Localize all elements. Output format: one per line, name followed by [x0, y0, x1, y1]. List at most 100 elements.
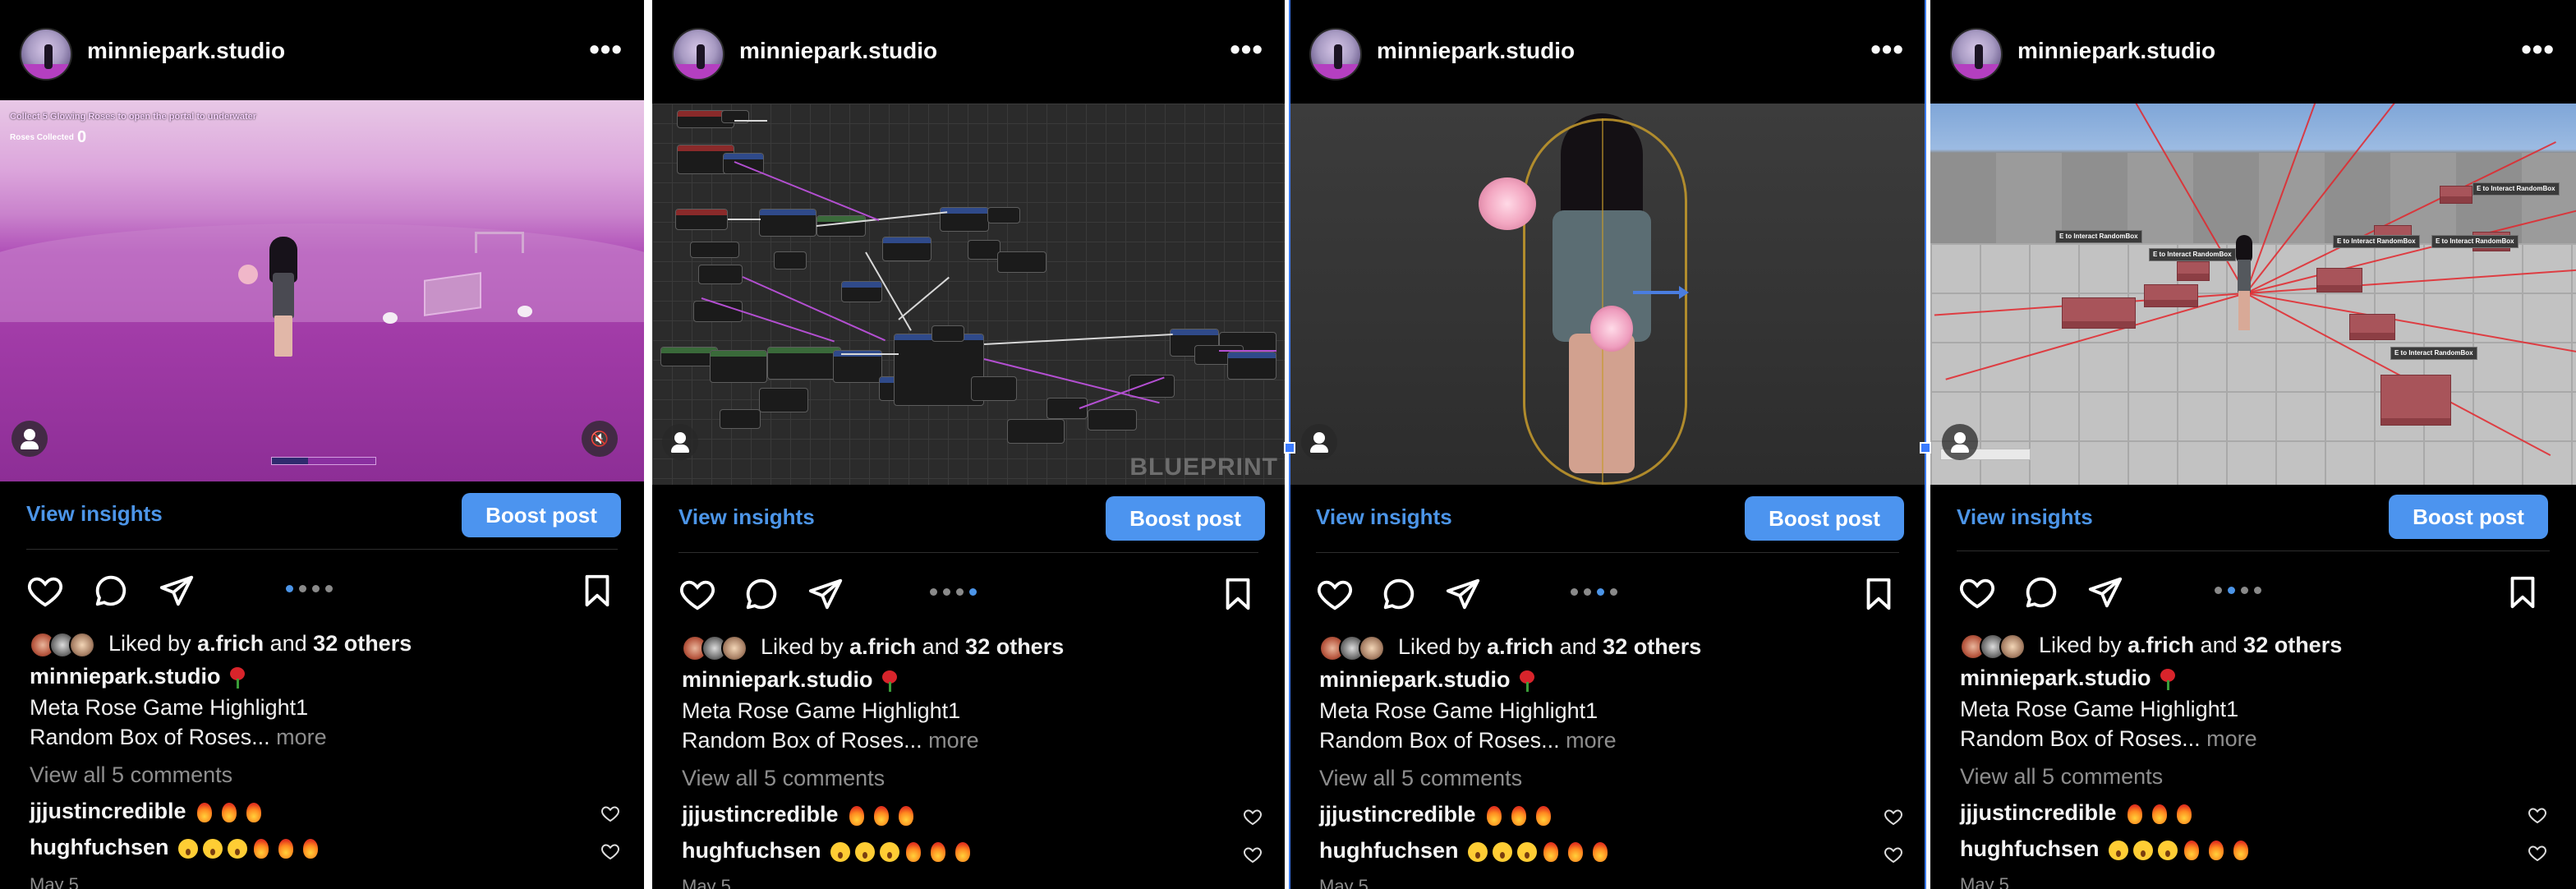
caption-username-row: minniepark.studio: [1319, 667, 1537, 693]
bookmark-icon[interactable]: [2504, 573, 2542, 611]
more-options-icon[interactable]: •••: [589, 35, 623, 64]
rose-icon: [880, 670, 899, 692]
comment-username[interactable]: hughfuchsen: [1960, 836, 2100, 861]
comment-username[interactable]: jjjustincredible: [682, 802, 839, 827]
liked-by-user[interactable]: a.frich: [2128, 633, 2194, 657]
random-box: [2440, 186, 2472, 204]
view-insights-link[interactable]: View insights: [26, 501, 163, 527]
liked-by-user[interactable]: a.frich: [849, 634, 916, 659]
boost-post-button[interactable]: Boost post: [462, 493, 621, 537]
liked-by-user[interactable]: a.frich: [197, 631, 264, 656]
post-media-game-scene[interactable]: Collect 5 Glowing Roses to open the port…: [0, 100, 644, 481]
username[interactable]: minniepark.studio: [1377, 38, 1575, 64]
more-options-icon[interactable]: •••: [1230, 35, 1263, 64]
comment-like-heart-icon[interactable]: [600, 841, 621, 861]
selection-handle-left[interactable]: [1284, 442, 1295, 454]
paper-plane-icon[interactable]: [158, 572, 196, 610]
comment-icon[interactable]: [92, 572, 130, 610]
comment-like-heart-icon[interactable]: [600, 804, 621, 823]
comment-icon[interactable]: [2022, 573, 2060, 611]
caption-more-link[interactable]: more: [2206, 726, 2257, 751]
liked-by-user[interactable]: a.frich: [1487, 634, 1553, 659]
rose-icon: [2158, 668, 2178, 690]
comment-username[interactable]: jjjustincredible: [1960, 800, 2117, 825]
caption-more-link[interactable]: more: [1566, 728, 1617, 753]
liked-by-row[interactable]: Liked by a.frich and 32 others: [30, 631, 412, 658]
comment-like-heart-icon[interactable]: [2527, 805, 2548, 825]
avatar[interactable]: [20, 28, 72, 81]
view-all-comments-link[interactable]: View all 5 comments: [1960, 764, 2163, 790]
bookmark-icon[interactable]: [578, 572, 616, 610]
username[interactable]: minniepark.studio: [2017, 38, 2215, 64]
speaker-muted-icon[interactable]: 🔇: [582, 421, 618, 457]
game-progress-bar: [271, 457, 376, 465]
caption-username[interactable]: minniepark.studio: [1960, 666, 2151, 690]
bookmark-icon[interactable]: [1219, 575, 1257, 613]
liked-by-others[interactable]: 32 others: [1603, 634, 1701, 659]
more-options-icon[interactable]: •••: [2521, 35, 2555, 64]
comment-icon[interactable]: [743, 575, 780, 613]
heart-icon[interactable]: [678, 575, 716, 613]
astonished-emoji-icon: [2157, 839, 2178, 862]
avatar[interactable]: [1309, 28, 1362, 81]
comment-like-heart-icon[interactable]: [1883, 807, 1904, 827]
comment-username[interactable]: jjjustincredible: [30, 799, 186, 823]
held-rose: [1479, 177, 1536, 230]
view-all-comments-link[interactable]: View all 5 comments: [682, 766, 885, 791]
view-all-comments-link[interactable]: View all 5 comments: [1319, 766, 1522, 791]
post-media-random-box-scene[interactable]: E to Interact RandomBox E to Interact Ra…: [1930, 104, 2576, 485]
user-tag-icon[interactable]: [662, 424, 698, 460]
heart-icon[interactable]: [1958, 573, 1996, 611]
comment-username[interactable]: hughfuchsen: [682, 838, 821, 863]
paper-plane-icon[interactable]: [1444, 575, 1482, 613]
comment-username[interactable]: hughfuchsen: [1319, 838, 1459, 863]
fire-emoji-icon: [301, 837, 320, 860]
blueprint-node: [767, 347, 841, 380]
blueprint-node: [774, 251, 807, 269]
paper-plane-icon[interactable]: [2086, 573, 2124, 611]
view-insights-link[interactable]: View insights: [1957, 504, 2093, 530]
avatar[interactable]: [672, 28, 724, 81]
user-tag-icon[interactable]: [12, 421, 48, 457]
liked-by-others[interactable]: 32 others: [313, 631, 412, 656]
more-options-icon[interactable]: •••: [1870, 35, 1904, 64]
paper-plane-icon[interactable]: [807, 575, 844, 613]
post-date: May 5: [1960, 874, 2009, 889]
view-all-comments-link[interactable]: View all 5 comments: [30, 762, 232, 788]
comment-like-heart-icon[interactable]: [1242, 807, 1263, 827]
boost-post-button[interactable]: Boost post: [1745, 496, 1904, 541]
liked-by-row[interactable]: Liked by a.frich and 32 others: [1319, 634, 1701, 661]
view-insights-link[interactable]: View insights: [1316, 504, 1452, 530]
username[interactable]: minniepark.studio: [87, 38, 285, 64]
user-tag-icon[interactable]: [1301, 424, 1337, 460]
bookmark-icon[interactable]: [1860, 575, 1898, 613]
liked-by-others[interactable]: 32 others: [2243, 633, 2342, 657]
comment-like-heart-icon[interactable]: [1242, 845, 1263, 864]
comment-like-heart-icon[interactable]: [1883, 845, 1904, 864]
caption-username[interactable]: minniepark.studio: [682, 667, 873, 692]
liked-by-row[interactable]: Liked by a.frich and 32 others: [682, 634, 1064, 661]
post-media-character-model[interactable]: [1290, 104, 1925, 485]
caption-more-link[interactable]: more: [276, 725, 327, 749]
comment-username[interactable]: jjjustincredible: [1319, 802, 1476, 827]
heart-icon[interactable]: [1316, 575, 1354, 613]
caption-username[interactable]: minniepark.studio: [30, 664, 221, 689]
liked-by-others[interactable]: 32 others: [965, 634, 1064, 659]
blueprint-node: [882, 237, 932, 261]
user-tag-icon[interactable]: [1942, 424, 1978, 460]
comment-username[interactable]: hughfuchsen: [30, 835, 169, 859]
caption-username[interactable]: minniepark.studio: [1319, 667, 1511, 692]
avatar[interactable]: [1950, 28, 2003, 81]
boost-post-button[interactable]: Boost post: [1106, 496, 1265, 541]
heart-icon[interactable]: [26, 572, 64, 610]
comment-like-heart-icon[interactable]: [2527, 843, 2548, 863]
view-insights-link[interactable]: View insights: [678, 504, 815, 530]
comment-icon[interactable]: [1380, 575, 1418, 613]
post-panel-1: minniepark.studio ••• Collect 5 Glowing …: [0, 0, 644, 889]
liked-by-row[interactable]: Liked by a.frich and 32 others: [1960, 633, 2342, 660]
caption-more-link[interactable]: more: [928, 728, 979, 753]
post-media-blueprint[interactable]: BLUEPRINT: [652, 104, 1285, 485]
boost-post-button[interactable]: Boost post: [2389, 495, 2548, 539]
selection-handle-right[interactable]: [1920, 442, 1931, 454]
username[interactable]: minniepark.studio: [739, 38, 937, 64]
